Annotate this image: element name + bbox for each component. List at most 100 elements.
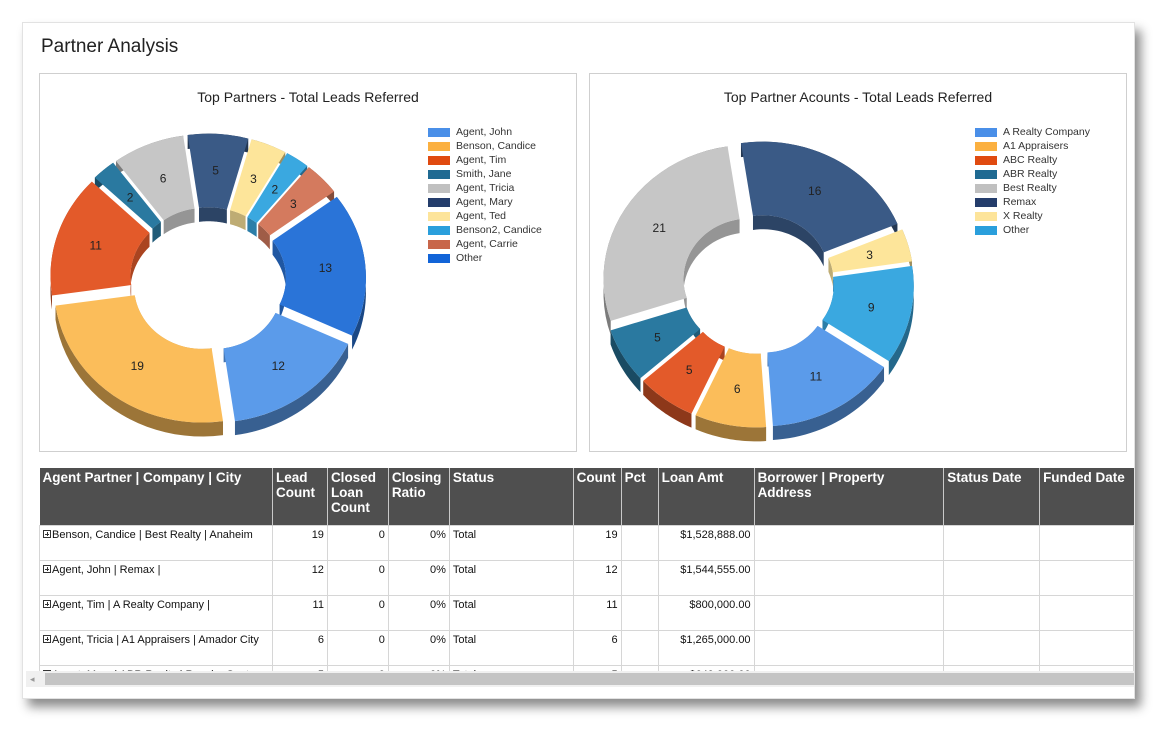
legend-label: Benson2, Candice: [456, 224, 542, 236]
legend-swatch: [428, 183, 450, 193]
column-header[interactable]: Lead Count: [271, 468, 328, 526]
table-cell: 0: [326, 525, 389, 561]
legend-swatch: [975, 183, 997, 193]
legend-label: ABC Realty: [1003, 154, 1058, 166]
table-cell: [943, 630, 1041, 666]
top-partners-chart: Top Partners - Total Leads Referred 12 19…: [39, 73, 577, 452]
table-cell: 11: [572, 595, 622, 631]
legend-swatch: [975, 211, 997, 221]
table-cell: Total: [448, 595, 574, 631]
legend-label: Agent, Mary: [456, 196, 513, 208]
legend-swatch: [975, 225, 997, 235]
table-cell: [943, 560, 1041, 596]
legend-label: Agent, Tim: [456, 154, 507, 166]
column-header[interactable]: Pct: [620, 468, 659, 526]
table-row: Agent, Tim | A Realty Company | 11 0 0% Tota…: [39, 595, 1134, 631]
legend-item: Smith, Jane: [428, 167, 542, 181]
expand-row-icon[interactable]: [43, 600, 51, 608]
legend-item: ABC Realty: [975, 153, 1090, 167]
column-header[interactable]: Borrower | Property Address: [753, 468, 944, 526]
table-cell: Total: [448, 525, 574, 561]
slice-value-label: 2: [127, 190, 134, 204]
slice-value-label: 21: [653, 221, 667, 235]
legend-label: A1 Appraisers: [1003, 140, 1069, 152]
column-header[interactable]: Closing Ratio: [387, 468, 450, 526]
expand-row-icon[interactable]: [43, 565, 51, 573]
slice-agent-john[interactable]: [223, 312, 349, 422]
legend-label: Other: [1003, 224, 1030, 236]
slice-agent-tricia[interactable]: [115, 135, 195, 221]
chart-legend: Agent, John Benson, Candice Agent, Tim Smit…: [428, 125, 542, 265]
legend-label: Other: [456, 252, 483, 264]
partner-table: Agent Partner | Company | City Lead Count…: [39, 468, 1134, 671]
table-cell: Agent, John | Remax |: [39, 560, 273, 596]
table-cell: $800,000.00: [657, 595, 755, 631]
slice-value-label: 16: [808, 184, 822, 198]
expand-row-icon[interactable]: [43, 635, 51, 643]
scrollbar-thumb[interactable]: [45, 673, 1134, 685]
table-cell: [753, 630, 945, 666]
column-header[interactable]: Agent Partner | Company | City: [39, 468, 273, 526]
legend-item: Remax: [975, 195, 1090, 209]
column-header[interactable]: Status: [448, 468, 574, 526]
legend-swatch: [975, 141, 997, 151]
scroll-left-arrow-icon[interactable]: ◂: [30, 674, 35, 685]
slice-value-label: 11: [810, 369, 823, 383]
table-cell: [753, 595, 945, 631]
legend-swatch: [428, 239, 450, 249]
table-cell: [943, 595, 1041, 631]
top-partner-accounts-chart: Top Partner Acounts - Total Leads Referr…: [589, 73, 1127, 452]
legend-label: Agent, Ted: [456, 210, 507, 222]
table-cell: $1,528,888.00: [657, 525, 755, 561]
column-header[interactable]: Closed Loan Count: [326, 468, 389, 526]
slice-value-label: 5: [686, 363, 693, 377]
expand-row-icon[interactable]: [43, 530, 51, 538]
table-cell: Total: [448, 630, 574, 666]
legend-swatch: [975, 127, 997, 137]
legend-item: ABR Realty: [975, 167, 1090, 181]
legend-item: Agent, Carrie: [428, 237, 542, 251]
table-row: Benson, Candice | Best Realty | Anaheim 1…: [39, 525, 1134, 561]
table-cell: [620, 630, 659, 666]
table-cell: 0: [326, 595, 389, 631]
table-row: Agent, John | Remax | 12 0 0% Total 12 $1,544,…: [39, 560, 1134, 596]
slice-value-label: 13: [319, 261, 333, 275]
legend-item: Agent, Tricia: [428, 181, 542, 195]
table-cell: [1039, 630, 1134, 666]
chart-legend: A Realty Company A1 Appraisers ABC Realty A…: [975, 125, 1090, 237]
legend-item: Benson2, Candice: [428, 223, 542, 237]
legend-item: Benson, Candice: [428, 139, 542, 153]
legend-swatch: [428, 127, 450, 137]
partner-name: Agent, Tim | A Realty Company |: [52, 599, 210, 611]
legend-swatch: [428, 253, 450, 263]
column-header[interactable]: Funded Date: [1039, 468, 1134, 526]
legend-item: X Realty: [975, 209, 1090, 223]
legend-item: Agent, Ted: [428, 209, 542, 223]
legend-label: Agent, Carrie: [456, 238, 518, 250]
table-cell: [753, 560, 945, 596]
table-cell: [620, 595, 659, 631]
table-cell: [753, 525, 945, 561]
slice-value-label: 9: [868, 300, 875, 314]
legend-item: Agent, Tim: [428, 153, 542, 167]
column-header[interactable]: Status Date: [943, 468, 1040, 526]
partner-name: Benson, Candice | Best Realty | Anaheim: [52, 529, 253, 541]
table-header-row: Agent Partner | Company | City Lead Count…: [39, 468, 1134, 526]
table-cell: 6: [572, 630, 622, 666]
table-cell: $1,544,555.00: [657, 560, 755, 596]
table-cell: [1039, 560, 1134, 596]
horizontal-scrollbar[interactable]: ◂: [26, 671, 1134, 687]
slice-value-label: 3: [250, 172, 257, 186]
table-cell: [1039, 595, 1134, 631]
page-title: Partner Analysis: [41, 36, 179, 57]
column-header[interactable]: Count: [572, 468, 622, 526]
legend-swatch: [428, 197, 450, 207]
column-header[interactable]: Loan Amt: [657, 468, 755, 526]
legend-label: Agent, Tricia: [456, 182, 515, 194]
slice-value-label: 3: [866, 248, 873, 262]
table-cell: Total: [448, 560, 574, 596]
slice-value-label: 12: [272, 359, 286, 373]
partner-table-container: Agent Partner | Company | City Lead Count…: [39, 468, 1134, 671]
table-cell: 19: [572, 525, 622, 561]
legend-item: Best Realty: [975, 181, 1090, 195]
